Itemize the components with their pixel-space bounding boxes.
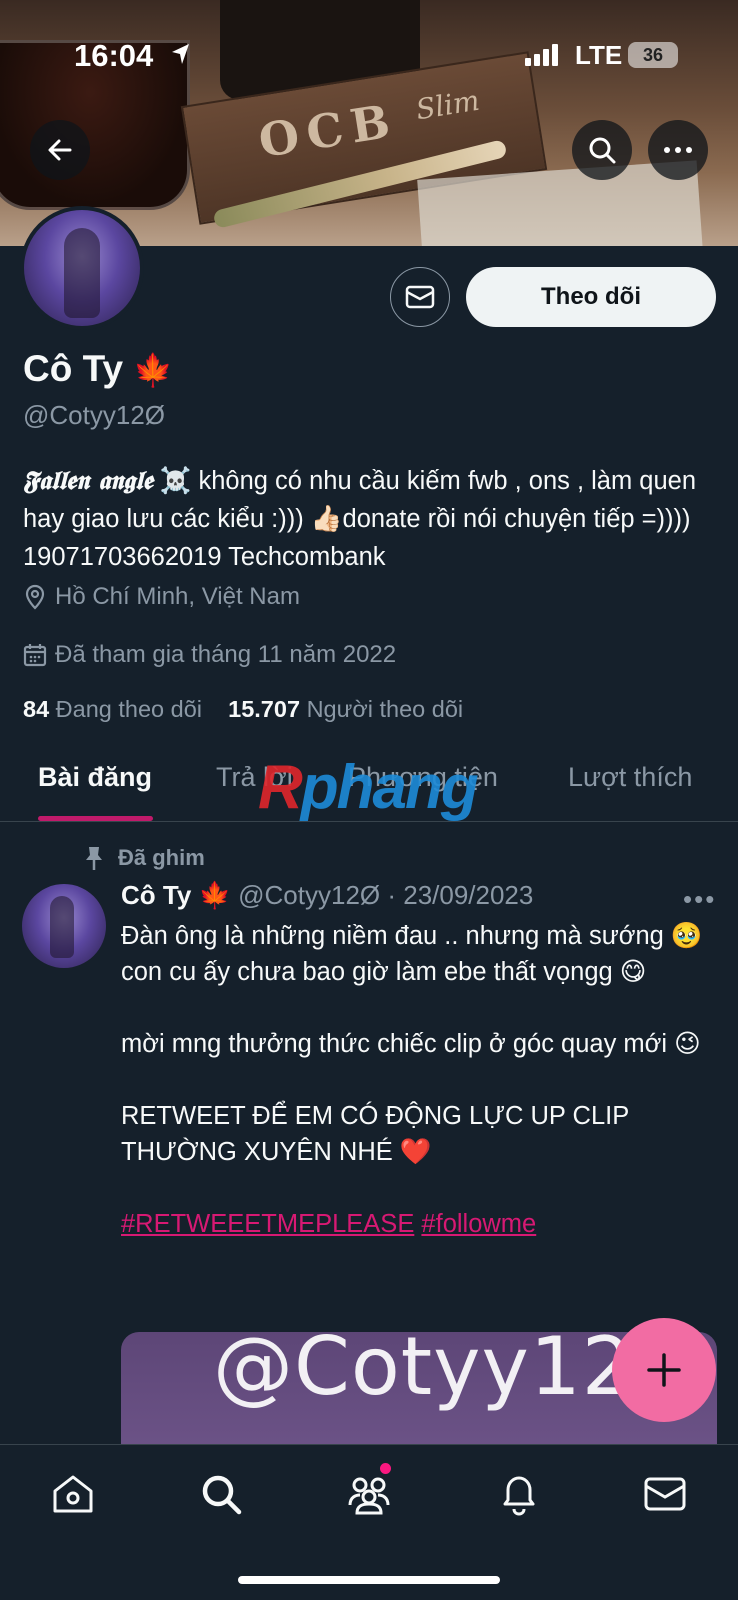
- search-icon: [202, 1475, 242, 1515]
- following-label: Đang theo dõi: [55, 696, 203, 722]
- nav-communities[interactable]: [344, 1469, 394, 1519]
- pinned-label: Đã ghim: [84, 845, 205, 871]
- bio-stylized-text: 𝕱𝖆𝖑𝖑𝖊𝖓 𝖆𝖓𝖌𝖑𝖊: [23, 466, 153, 496]
- skull-emoji: ☠️: [159, 467, 192, 495]
- battery-icon: 36: [628, 42, 678, 68]
- hashtag-followme[interactable]: #followme: [421, 1210, 536, 1238]
- nav-search[interactable]: [196, 1469, 246, 1519]
- mail-icon: [644, 1477, 686, 1511]
- post-header: Cô Ty 🍁 @Cotyy12Ø · 23/09/2023: [121, 880, 533, 911]
- post-text-line-1: Đàn ông là những niềm đau .. nhưng mà sư…: [121, 922, 703, 986]
- post-text-line-3: RETWEET ĐỂ EM CÓ ĐỘNG LỰC UP CLIP THƯỜNG…: [121, 1102, 629, 1166]
- message-button[interactable]: [390, 267, 450, 327]
- watermark-logo: Rphang: [258, 752, 479, 823]
- nav-messages[interactable]: [640, 1469, 690, 1519]
- nav-home[interactable]: [48, 1469, 98, 1519]
- followers-link[interactable]: 15.707 Người theo dõi: [228, 696, 463, 722]
- post-avatar[interactable]: [22, 884, 106, 968]
- followers-label: Người theo dõi: [306, 696, 464, 722]
- home-icon: [53, 1475, 93, 1513]
- back-arrow-icon: [48, 139, 72, 161]
- mail-icon: [405, 285, 435, 309]
- compose-button[interactable]: [612, 1318, 716, 1422]
- back-button[interactable]: [30, 120, 90, 180]
- pinned-text: Đã ghim: [118, 845, 205, 870]
- follow-button[interactable]: Theo dõi: [466, 267, 716, 327]
- post-author-name[interactable]: Cô Ty 🍁: [121, 880, 231, 910]
- tab-likes[interactable]: Lượt thích: [568, 762, 692, 793]
- banner-brand-mark: OCB: [255, 92, 402, 169]
- maple-leaf-emoji: 🍁: [133, 352, 174, 388]
- status-bar: 16:04 LTE 36: [0, 30, 738, 80]
- search-button[interactable]: [572, 120, 632, 180]
- watermark-part-1: R: [258, 753, 303, 822]
- status-time: 16:04: [74, 38, 154, 73]
- nav-notifications[interactable]: [494, 1469, 544, 1519]
- following-count: 84: [23, 696, 50, 722]
- signal-icon: [525, 44, 561, 66]
- calendar-icon: [23, 644, 47, 667]
- hashtag-retweetmeplease[interactable]: #RETWEEETMEPLEASE: [121, 1210, 414, 1238]
- tab-posts[interactable]: Bài đăng: [38, 762, 152, 793]
- search-icon: [589, 137, 616, 164]
- profile-bio: 𝕱𝖆𝖑𝖑𝖊𝖓 𝖆𝖓𝖌𝖑𝖊 ☠️ không có nhu cầu kiếm fw…: [23, 462, 723, 576]
- followers-count: 15.707: [228, 696, 301, 722]
- post-hashtags: #RETWEEETMEPLEASE #followme: [121, 1206, 721, 1242]
- communities-icon: [348, 1477, 390, 1515]
- home-indicator: [238, 1576, 500, 1584]
- banner-slim-mark: Slim: [413, 83, 482, 127]
- profile-name: Cô Ty 🍁: [23, 348, 173, 390]
- watermark-part-2: phang: [300, 753, 479, 822]
- location-text: Hồ Chí Minh, Việt Nam: [55, 583, 300, 610]
- following-link[interactable]: 84 Đang theo dõi: [23, 696, 202, 722]
- network-label: LTE: [575, 40, 623, 70]
- profile-name-text: Cô Ty: [23, 348, 124, 389]
- post-more-button[interactable]: •••: [683, 884, 716, 915]
- pin-icon: [86, 847, 102, 870]
- profile-avatar[interactable]: [20, 206, 144, 330]
- profile-stats: 84 Đang theo dõi 15.707 Người theo dõi: [23, 696, 463, 723]
- profile-joined: Đã tham gia tháng 11 năm 2022: [23, 641, 396, 669]
- post-body: Đàn ông là những niềm đau .. nhưng mà sư…: [121, 918, 721, 1242]
- notification-dot: [380, 1463, 391, 1474]
- post-text-line-2: mời mng thưởng thức chiếc clip ở góc qua…: [121, 1030, 701, 1058]
- location-pin-icon: [25, 584, 45, 610]
- profile-location: Hồ Chí Minh, Việt Nam: [23, 583, 300, 611]
- profile-handle: @Cotyy12Ø: [23, 400, 165, 430]
- more-icon: [664, 147, 692, 153]
- bell-icon: [503, 1476, 535, 1516]
- joined-text: Đã tham gia tháng 11 năm 2022: [55, 641, 397, 668]
- active-tab-indicator: [38, 816, 153, 821]
- post-author-handle-date: @Cotyy12Ø · 23/09/2023: [238, 880, 534, 910]
- location-arrow-icon: [172, 44, 189, 64]
- plus-icon: [647, 1353, 681, 1387]
- more-button[interactable]: [648, 120, 708, 180]
